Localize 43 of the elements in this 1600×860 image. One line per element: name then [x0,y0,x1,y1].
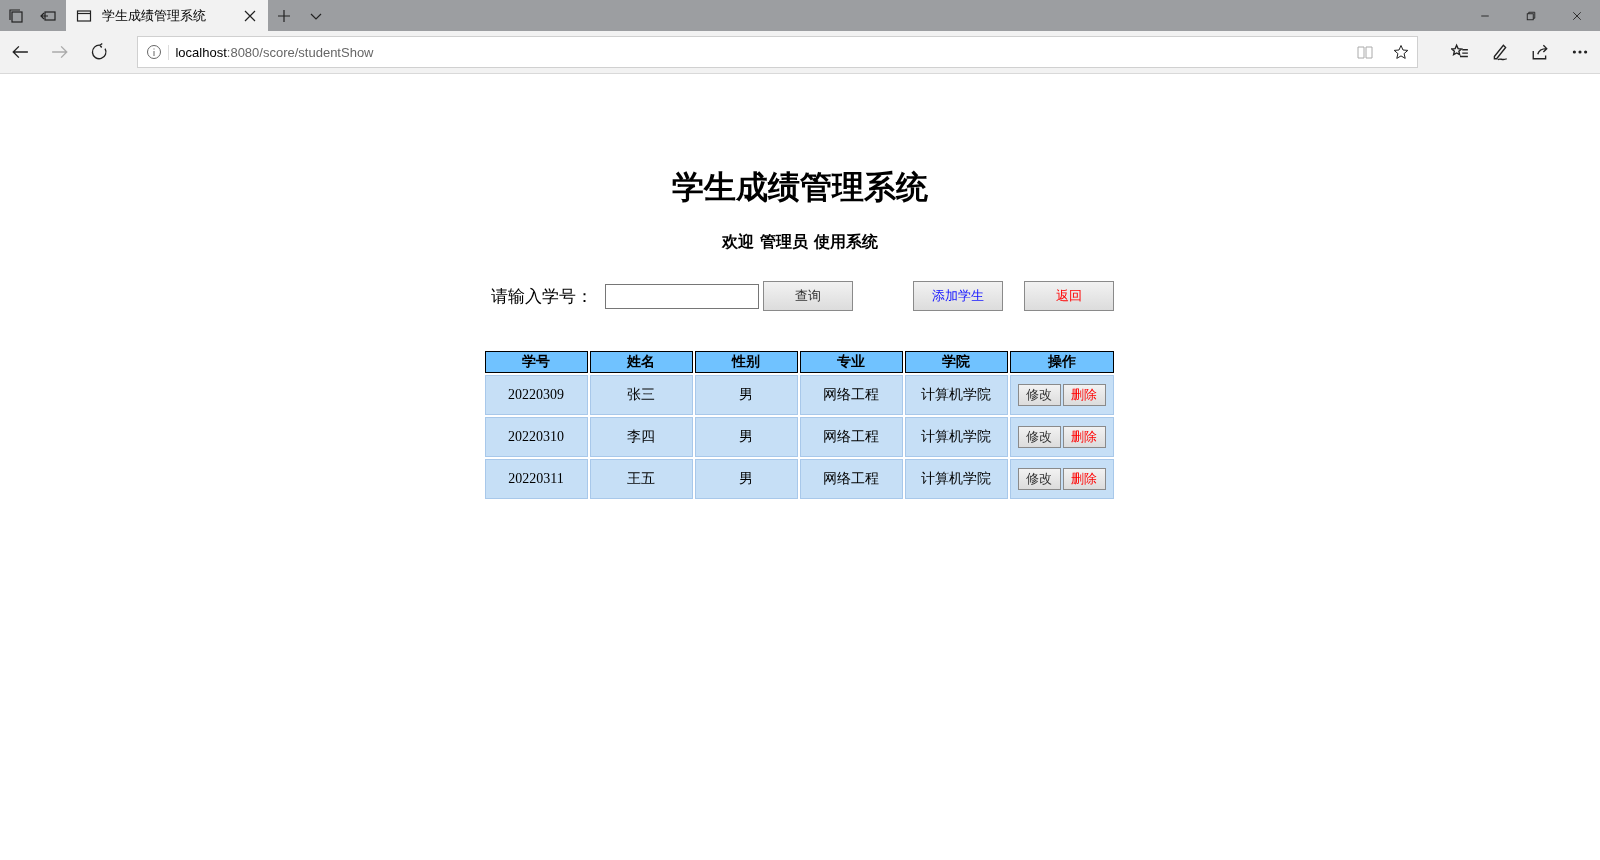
student-id-input[interactable] [604,283,759,309]
table-cell: 20220311 [484,459,588,499]
url-text: localhost:8080/score/studentShow [168,44,1351,60]
new-tab-icon[interactable] [276,7,292,24]
table-cell: 王五 [589,459,693,499]
table-cell: 计算机学院 [904,459,1008,499]
table-cell: 网络工程 [799,375,903,415]
tab-stack-icon[interactable] [8,7,24,24]
refresh-icon[interactable] [90,43,109,61]
table-cell: 网络工程 [799,417,903,457]
table-cell: 男 [694,417,798,457]
table-cell: 20220309 [484,375,588,415]
row-action-button[interactable]: 修改 [1017,426,1061,448]
pen-icon[interactable] [1491,43,1509,61]
toolbar-button[interactable]: 查询 [762,281,853,311]
table-cell: 张三 [589,375,693,415]
column-header: 操作 [1009,351,1114,373]
toolbar-button[interactable]: 添加学生 [912,281,1003,311]
restore-icon[interactable] [1525,9,1537,22]
table-cell: 计算机学院 [904,417,1008,457]
column-header: 学院 [904,351,1008,373]
table-cell: 网络工程 [799,459,903,499]
browser-tab[interactable]: 学生成绩管理系统 [66,0,268,31]
back-arrow-icon[interactable] [10,43,29,61]
table-cell: 男 [694,375,798,415]
page-icon [76,7,92,24]
table-cell: 20220310 [484,417,588,457]
star-icon[interactable] [1393,44,1409,60]
row-action-button[interactable]: 修改 [1017,384,1061,406]
share-icon[interactable] [1531,43,1549,61]
column-header: 学号 [484,351,588,373]
address-bar[interactable]: localhost:8080/score/studentShow [137,36,1418,68]
table-cell: 男 [694,459,798,499]
page-title: 学生成绩管理系统 [672,167,928,208]
welcome-text: 欢迎 管理员 使用系统 [722,232,878,253]
table-cell: 李四 [589,417,693,457]
search-label: 请输入学号： [490,284,593,308]
info-icon[interactable] [146,44,163,60]
column-header: 性别 [694,351,798,373]
table-cell: 计算机学院 [904,375,1008,415]
column-header: 姓名 [589,351,693,373]
column-header: 专业 [799,351,903,373]
row-action-button[interactable]: 修改 [1017,468,1061,490]
